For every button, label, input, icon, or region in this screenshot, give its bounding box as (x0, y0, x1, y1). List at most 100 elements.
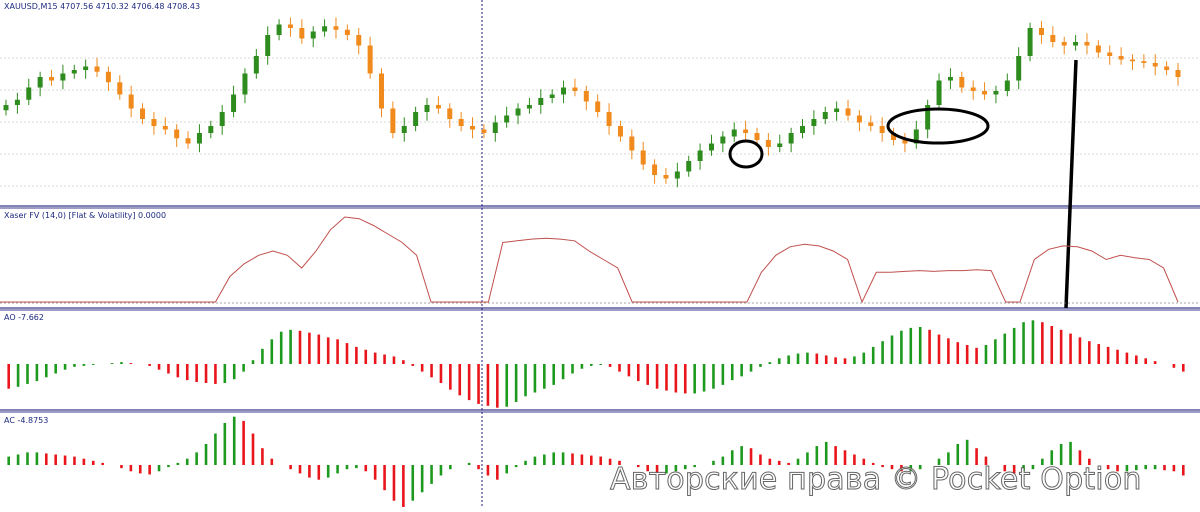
candle-body-76 (868, 122, 874, 126)
candle-body-17 (196, 133, 202, 144)
candle-body-70 (800, 126, 806, 133)
candle-body-6 (71, 70, 77, 74)
candle-body-73 (834, 108, 840, 112)
candle-body-10 (117, 82, 123, 95)
candle-body-95 (1084, 42, 1090, 46)
candle-body-82 (936, 80, 942, 105)
candle-body-30 (344, 29, 350, 35)
candle-body-46 (526, 105, 532, 109)
candle-body-53 (606, 112, 612, 126)
candle-body-1 (14, 99, 20, 105)
candle-body-90 (1027, 28, 1033, 56)
candle-body-69 (788, 133, 794, 144)
candle-body-31 (356, 35, 362, 46)
chart-stage: XAUUSD,M15 4707.56 4710.32 4706.48 4708.… (0, 0, 1200, 508)
candle-body-86 (982, 91, 988, 95)
candle-body-9 (105, 71, 111, 83)
annotation-ellipse (886, 107, 990, 145)
annotation-vertical-line (1064, 59, 1078, 309)
candle-body-37 (424, 105, 430, 112)
candle-body-51 (583, 91, 589, 102)
candle-body-28 (322, 26, 328, 32)
candle-body-57 (652, 164, 658, 175)
candle-body-103 (1175, 70, 1181, 77)
candle-body-66 (754, 133, 760, 140)
candle-body-47 (538, 98, 544, 105)
candle-body-5 (60, 73, 66, 81)
candle-body-22 (253, 56, 259, 74)
candle-body-2 (26, 87, 32, 100)
candle-body-21 (242, 73, 248, 95)
candle-body-42 (481, 129, 487, 133)
candle-body-0 (3, 105, 9, 111)
candle-body-60 (686, 161, 692, 172)
candle-body-50 (572, 87, 578, 91)
candle-body-64 (731, 129, 737, 137)
candle-body-98 (1118, 56, 1124, 60)
candle-body-25 (287, 24, 293, 28)
candle-body-62 (708, 143, 714, 151)
candle-body-24 (276, 24, 282, 35)
candle-body-87 (993, 91, 999, 95)
candle-body-92 (1050, 35, 1056, 42)
candle-body-32 (367, 45, 373, 74)
candle-body-41 (470, 126, 476, 130)
chart-svg (0, 0, 1200, 508)
candle-body-18 (208, 126, 214, 133)
candle-body-39 (447, 108, 453, 119)
candle-body-19 (219, 112, 225, 126)
candle-body-36 (413, 112, 419, 126)
candle-body-65 (743, 129, 749, 133)
candle-body-49 (561, 87, 567, 95)
candle-body-89 (1016, 56, 1022, 81)
candle-body-14 (162, 126, 168, 130)
candle-body-55 (629, 136, 635, 151)
candle-body-33 (378, 73, 384, 109)
candle-body-96 (1095, 45, 1101, 53)
candle-body-68 (777, 143, 783, 147)
candle-body-52 (595, 101, 601, 112)
candle-body-54 (617, 126, 623, 137)
candle-body-101 (1152, 63, 1158, 67)
candle-body-75 (856, 115, 862, 123)
candle-body-45 (515, 108, 521, 116)
ac-panel-label: AC -4.8753 (4, 416, 49, 425)
candle-body-11 (128, 94, 134, 109)
candle-body-91 (1038, 28, 1044, 35)
candle-body-34 (390, 108, 396, 133)
candle-body-67 (765, 140, 771, 147)
candle-body-58 (663, 175, 669, 179)
candle-body-16 (185, 138, 191, 144)
candle-body-77 (879, 126, 885, 133)
candle-body-102 (1164, 66, 1170, 70)
price-panel-label: XAUUSD,M15 4707.56 4710.32 4706.48 4708.… (4, 2, 201, 11)
candle-body-72 (822, 112, 828, 119)
candle-body-94 (1073, 42, 1079, 46)
candle-body-27 (310, 31, 316, 39)
candle-body-38 (435, 105, 441, 109)
candle-body-84 (959, 77, 965, 88)
candle-body-35 (401, 126, 407, 133)
candle-body-61 (697, 150, 703, 161)
candle-body-71 (811, 119, 817, 126)
candle-body-29 (333, 26, 339, 30)
candle-body-20 (231, 94, 237, 112)
candle-body-40 (458, 119, 464, 126)
candle-body-7 (83, 66, 89, 70)
ao-panel-label: AO -7.662 (4, 313, 44, 322)
flat-volatility-line (0, 216, 1179, 304)
candle-body-12 (140, 108, 146, 119)
candle-body-93 (1061, 42, 1067, 46)
candle-body-83 (947, 77, 953, 81)
candle-body-85 (970, 87, 976, 91)
watermark: Авторские права © Pocket Option (610, 462, 1142, 498)
candle-body-88 (1004, 80, 1010, 91)
candle-body-100 (1141, 61, 1147, 63)
candle-body-8 (94, 66, 100, 72)
candle-body-74 (845, 108, 851, 116)
candle-body-15 (174, 129, 180, 139)
candle-body-3 (37, 77, 43, 88)
candle-body-97 (1107, 52, 1113, 56)
candle-body-23 (265, 35, 271, 56)
candle-body-13 (151, 119, 157, 126)
